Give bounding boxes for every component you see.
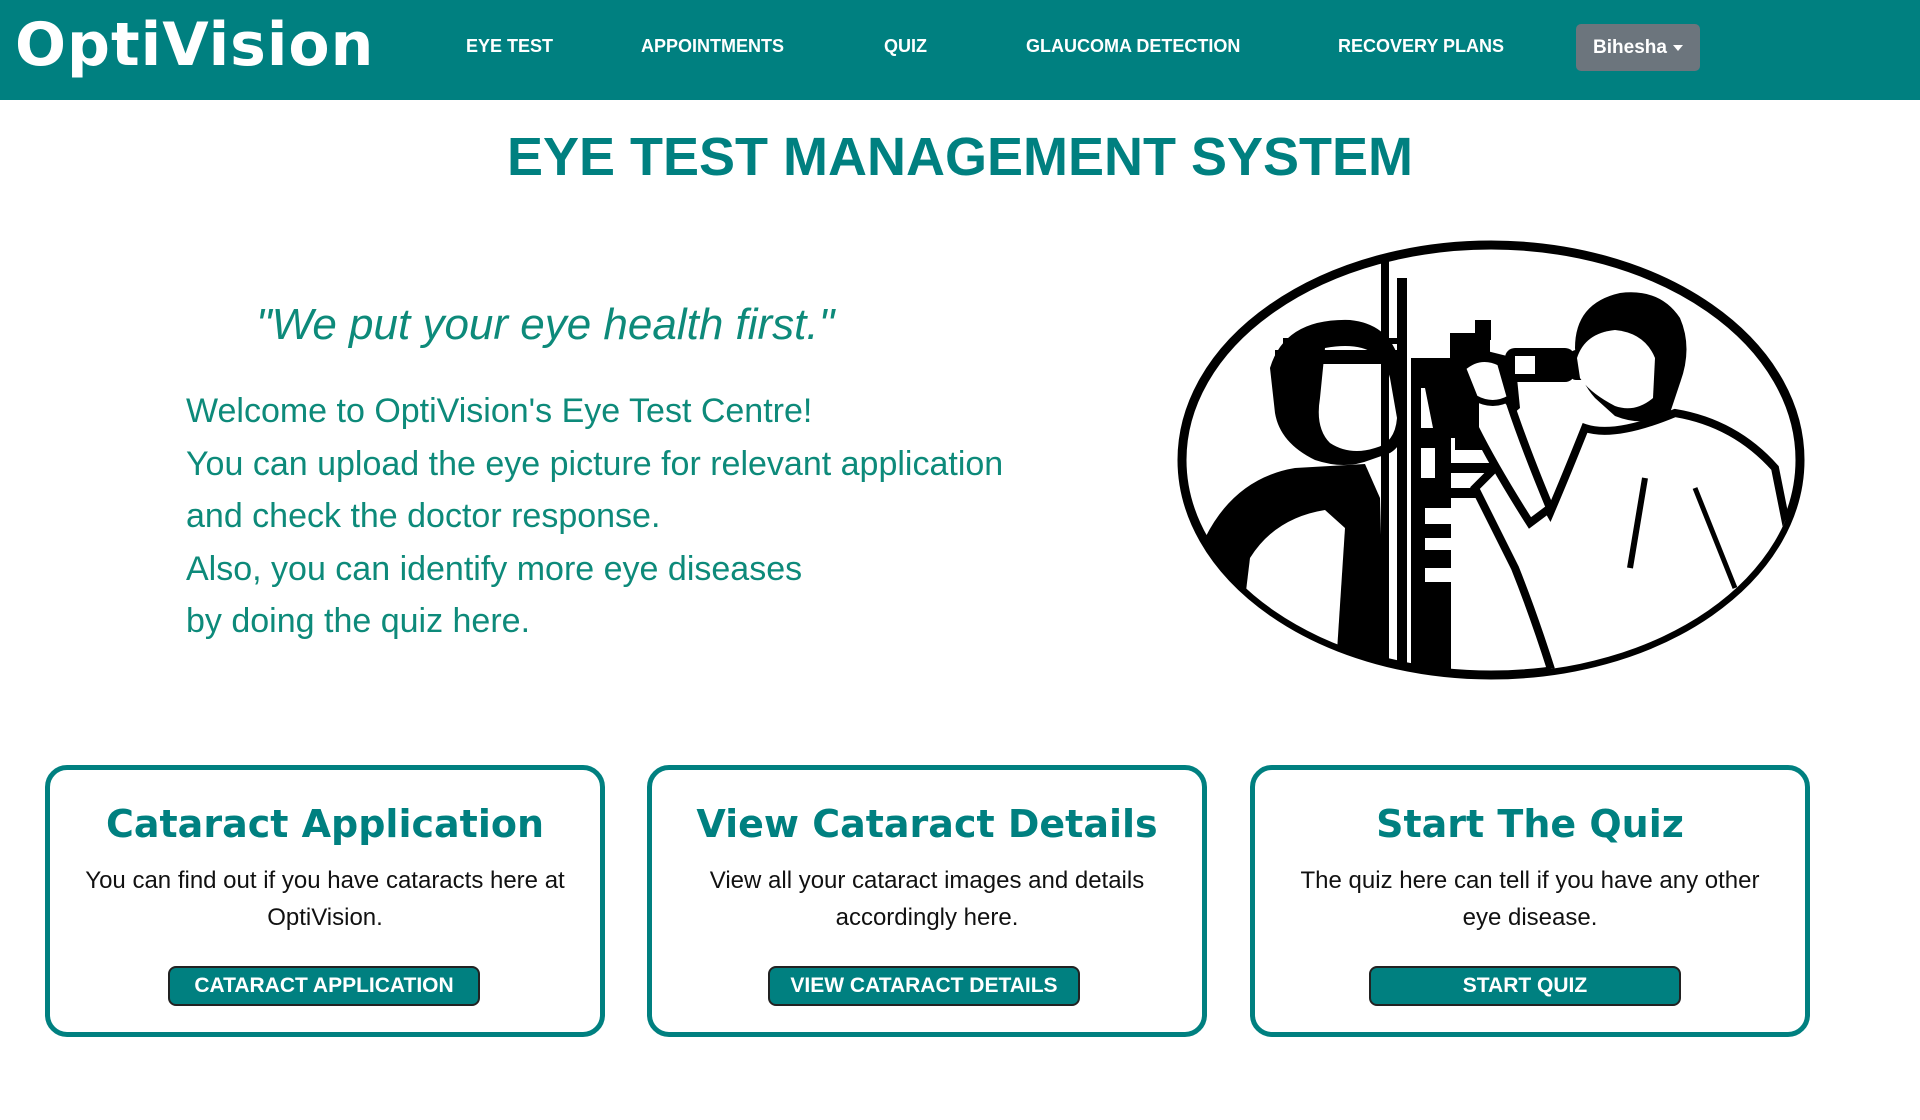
welcome-line: You can upload the eye picture for relev… — [186, 444, 1004, 483]
cataract-application-card: Cataract Application You can find out if… — [45, 765, 605, 1037]
welcome-line: Also, you can identify more eye diseases — [186, 549, 803, 588]
page-title: EYE TEST MANAGEMENT SYSTEM — [506, 127, 1414, 187]
welcome-text: Welcome to OptiVision's Eye Test Centre!… — [186, 385, 1046, 648]
nav-recovery-plans[interactable]: RECOVERY PLANS — [1338, 36, 1504, 57]
card-title: Start The Quiz — [1376, 802, 1684, 846]
caret-down-icon — [1672, 44, 1683, 51]
card-text: View all your cataract images and detail… — [709, 867, 1145, 931]
start-quiz-card: Start The Quiz The quiz here can tell if… — [1250, 765, 1810, 1037]
card-title: Cataract Application — [105, 802, 545, 846]
welcome-line: by doing the quiz here. — [186, 602, 531, 640]
view-cataract-details-card: View Cataract Details View all your cata… — [647, 765, 1207, 1037]
user-name: Bihesha — [1593, 36, 1667, 58]
view-cataract-details-button[interactable]: VIEW CATARACT DETAILS — [768, 966, 1080, 1006]
top-navbar: OptiVision EYE TEST APPOINTMENTS QUIZ GL… — [0, 0, 1920, 100]
nav-glaucoma-detection[interactable]: GLAUCOMA DETECTION — [1026, 36, 1240, 57]
card-title: View Cataract Details — [696, 802, 1158, 846]
eye-exam-illustration — [1177, 240, 1805, 680]
nav-quiz[interactable]: QUIZ — [884, 36, 927, 57]
brand-logo[interactable]: OptiVision — [15, 10, 374, 80]
tagline: "We put your eye health first." — [256, 300, 835, 349]
start-quiz-button[interactable]: START QUIZ — [1369, 966, 1681, 1006]
nav-eye-test[interactable]: EYE TEST — [466, 36, 553, 57]
card-text: You can find out if you have cataracts h… — [85, 867, 565, 931]
welcome-line: and check the doctor response. — [186, 497, 661, 535]
nav-appointments[interactable]: APPOINTMENTS — [641, 36, 784, 57]
cataract-application-button[interactable]: CATARACT APPLICATION — [168, 966, 480, 1006]
card-text: The quiz here can tell if you have any o… — [1300, 867, 1760, 931]
user-dropdown[interactable]: Bihesha — [1576, 24, 1700, 71]
welcome-line: Welcome to OptiVision's Eye Test Centre! — [186, 392, 813, 430]
